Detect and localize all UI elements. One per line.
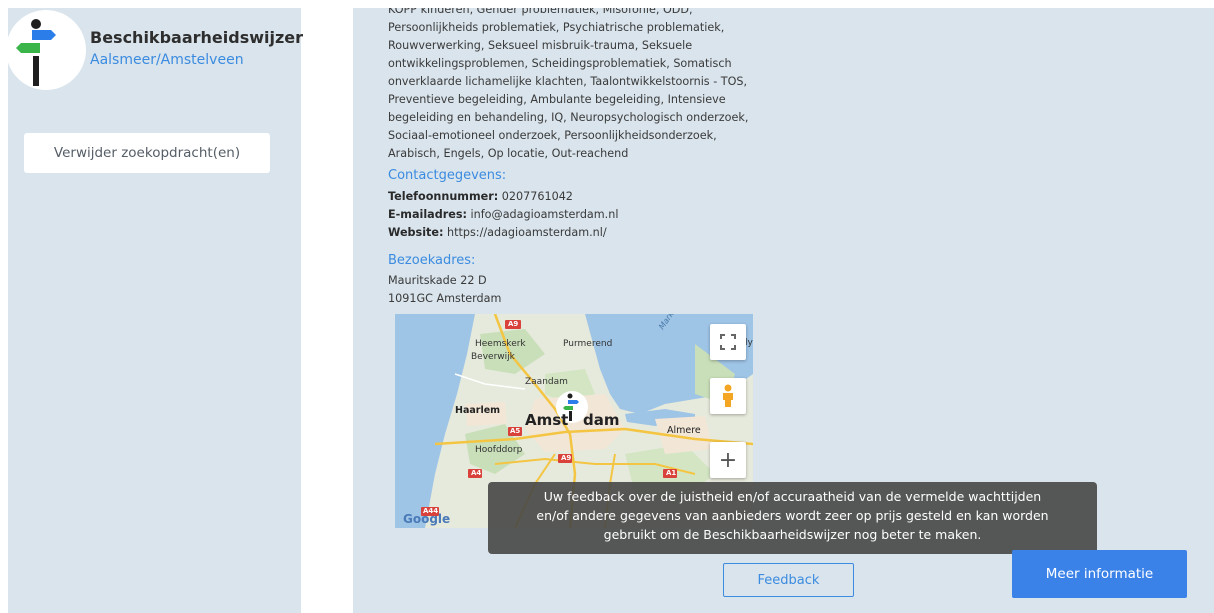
brand-subtitle: Aalsmeer/Amstelveen [90, 52, 244, 68]
map-label: Heemskerk [475, 339, 526, 349]
address-heading: Bezoekadres: [388, 253, 476, 268]
phone-line: Telefoonnummer: 0207761042 [388, 190, 573, 203]
clear-search-button[interactable]: Verwijder zoekopdracht(en) [24, 133, 270, 173]
email-label: E-mailadres: [388, 208, 467, 221]
tooltip-line: Uw feedback over de juistheid en/of accu… [543, 489, 1042, 504]
tooltip-line: en/of andere gegevens van aanbieders wor… [536, 508, 1049, 523]
map-fullscreen-button[interactable] [710, 324, 746, 360]
map-label: A5 [510, 427, 521, 435]
description-line: onverklaarde lichamelijke klachten, Taal… [388, 75, 748, 88]
description-line: ontwikkelingsproblemen, Scheidingsproble… [388, 57, 732, 70]
fullscreen-icon [720, 334, 736, 350]
map-label: Beverwijk [471, 352, 515, 362]
description-line: Arabisch, Engels, Op locatie, Out-reache… [388, 147, 629, 160]
description-line: Rouwverwerking, Seksueel misbruik-trauma… [388, 39, 693, 52]
address-postal-city: 1091GC Amsterdam [388, 292, 502, 305]
map-label: Almere [667, 425, 701, 436]
map-label: Amst [525, 411, 569, 429]
description-line: KOPP kinderen, Gender problematiek, Miso… [388, 8, 693, 16]
map-label: ly [745, 338, 753, 348]
email-value[interactable]: info@adagioamsterdam.nl [471, 208, 619, 221]
description-line: Sociaal-emotioneel onderzoek, Persoonlij… [388, 129, 717, 142]
phone-label: Telefoonnummer: [388, 190, 499, 203]
google-logo: Google [403, 512, 451, 526]
map-label: Zaandam [525, 377, 568, 387]
description-line: begeleiding en behandeling, IQ, Neuropsy… [388, 111, 749, 124]
phone-value: 0207761042 [501, 190, 573, 203]
address-street: Mauritskade 22 D [388, 274, 487, 287]
map-label: Hoofddorp [475, 445, 523, 455]
map-label: Purmerend [563, 339, 613, 349]
pegman-icon [723, 384, 733, 407]
more-info-button[interactable]: Meer informatie [1012, 550, 1187, 598]
description-line: Preventieve begeleiding, Ambulante begel… [388, 93, 726, 106]
map-zoom-in-button[interactable]: + [710, 442, 746, 478]
map-label: A9 [561, 454, 572, 462]
map-label: Haarlem [455, 405, 501, 416]
email-line: E-mailadres: info@adagioamsterdam.nl [388, 208, 618, 221]
map-label: A1 [666, 469, 677, 477]
contact-heading: Contactgegevens: [388, 168, 507, 183]
feedback-button[interactable]: Feedback [723, 563, 854, 597]
map-streetview-button[interactable] [710, 378, 746, 414]
website-link[interactable]: https://adagioamsterdam.nl/ [447, 226, 607, 239]
provider-description: KOPP kinderen, Gender problematiek, Miso… [388, 8, 788, 163]
description-line: Persoonlijkheids problematiek, Psychiatr… [388, 21, 725, 34]
map-label: dam [583, 411, 620, 429]
feedback-tooltip: Uw feedback over de juistheid en/of accu… [488, 482, 1097, 554]
logo [6, 10, 86, 90]
website-line: Website: https://adagioamsterdam.nl/ [388, 226, 607, 239]
map-label: A9 [508, 320, 519, 328]
website-label: Website: [388, 226, 444, 239]
map-label: A4 [471, 469, 482, 477]
sidebar: Beschikbaarheidswijzer Aalsmeer/Amstelve… [6, 8, 304, 613]
signpost-icon [16, 19, 56, 86]
brand-title: Beschikbaarheidswijzer [90, 28, 304, 47]
tooltip-line: gebruikt om de Beschikbaarheidswijzer no… [603, 527, 982, 542]
